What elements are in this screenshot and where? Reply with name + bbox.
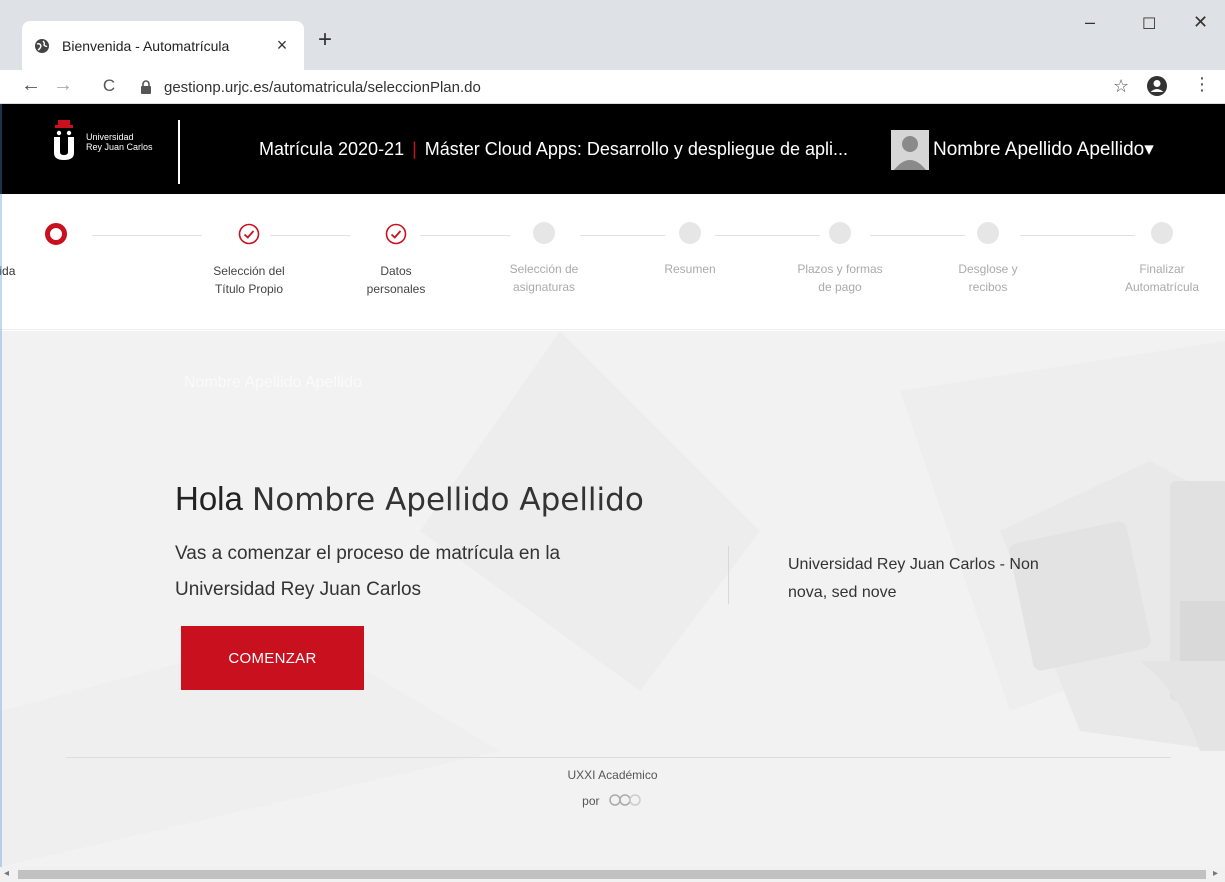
ocu-logo-icon [609, 794, 643, 809]
scrollbar-thumb[interactable] [18, 870, 1206, 879]
address-bar[interactable]: gestionp.urjc.es/automatricula/seleccion… [140, 73, 1150, 101]
footer-by: por [0, 794, 1225, 809]
step-seleccion-asignaturas: Selección de asignaturas [474, 222, 614, 296]
back-button[interactable]: ← [18, 74, 44, 97]
tab-title: Bienvenida - Automatrícula [62, 37, 230, 54]
logo-text: Universidad Rey Juan Carlos [86, 132, 153, 152]
close-window-button[interactable]: ✕ [1193, 12, 1208, 33]
logo-divider [178, 120, 180, 184]
logo-line-2: Rey Juan Carlos [86, 142, 153, 152]
pending-dot-icon [533, 222, 555, 244]
comenzar-button[interactable]: COMENZAR [181, 626, 364, 690]
check-circle-icon [237, 222, 261, 246]
logo-line-1: Universidad [86, 132, 134, 142]
globe-icon [34, 38, 50, 54]
intro-text: Vas a comenzar el proceso de matrícula e… [175, 536, 675, 608]
step-label: Resumen [664, 262, 716, 276]
logo-u-icon [52, 120, 76, 160]
avatar[interactable] [891, 130, 929, 170]
new-tab-button[interactable]: + [318, 28, 332, 52]
forward-button[interactable]: → [50, 74, 76, 97]
step-resumen: Resumen [620, 222, 760, 278]
enrollment-stepper: Bienvenida Selección del Título Propio Da… [0, 194, 1225, 330]
step-label: Plazos y formas [797, 262, 883, 276]
browser-tab[interactable]: Bienvenida - Automatrícula × [22, 21, 304, 70]
pending-dot-icon [977, 222, 999, 244]
motto-line-2: nova, sed nove [788, 584, 897, 601]
step-label-2: recibos [968, 280, 1008, 294]
step-label: Selección del [213, 264, 285, 278]
browser-toolbar: ← → C gestionp.urjc.es/automatricula/sel… [0, 70, 1225, 104]
header-title: Matrícula 2020-21 | Máster Cloud Apps: Des… [259, 139, 848, 160]
urjc-logo[interactable]: Universidad Rey Juan Carlos [52, 120, 153, 160]
pending-dot-icon [679, 222, 701, 244]
vertical-divider [728, 546, 729, 604]
user-menu[interactable]: Nombre Apellido Apellido▾ [933, 138, 1154, 161]
step-label: Datos [380, 264, 412, 278]
step-label-2: de pago [818, 280, 862, 294]
user-name: Nombre Apellido Apellido [933, 139, 1145, 160]
greeting-heading: Hola Nombre Apellido Apellido [175, 480, 644, 518]
scroll-left-icon[interactable]: ◂ [4, 868, 9, 879]
step-label: Desglose y [958, 262, 1018, 276]
university-motto: Universidad Rey Juan Carlos - Non nova, … [788, 551, 1088, 607]
intro-line-2: Universidad Rey Juan Carlos [175, 579, 422, 600]
greeting-name: Nombre Apellido Apellido [252, 482, 644, 518]
step-bienvenida[interactable]: Bienvenida [0, 222, 126, 280]
url-text: gestionp.urjc.es/automatricula/seleccion… [164, 78, 481, 96]
footer-divider [66, 757, 1171, 758]
motto-line-1: Universidad Rey Juan Carlos - Non [788, 556, 1039, 573]
bookmark-star-icon[interactable]: ☆ [1113, 76, 1129, 97]
browser-menu-icon[interactable]: ⋮ [1193, 74, 1211, 95]
ring-icon [44, 222, 68, 246]
step-label: Finalizar [1139, 262, 1185, 276]
step-desglose-recibos: Desglose y recibos [918, 222, 1058, 296]
title-separator: | [412, 139, 417, 159]
scroll-right-icon[interactable]: ▸ [1213, 868, 1218, 879]
enrollment-year: Matrícula 2020-21 [259, 139, 405, 159]
browser-tab-strip: Bienvenida - Automatrícula × + – ☐ ✕ [0, 0, 1225, 70]
footer-por: por [582, 794, 600, 808]
welcome-panel: Nombre Apellido Apellido Hola Nombre Ape… [0, 331, 1225, 867]
pending-dot-icon [829, 222, 851, 244]
chevron-down-icon: ▾ [1144, 139, 1154, 160]
account-circle-icon[interactable] [1146, 75, 1168, 97]
footer-product: UXXI Académico [567, 768, 658, 782]
step-label-2: personales [366, 282, 426, 296]
greeting-word: Hola [175, 480, 243, 517]
step-label-2: asignaturas [512, 280, 576, 294]
step-plazos-pago: Plazos y formas de pago [770, 222, 910, 296]
check-circle-icon [384, 222, 408, 246]
app-header: Universidad Rey Juan Carlos Matrícula 20… [0, 104, 1225, 194]
pending-dot-icon [1151, 222, 1173, 244]
lock-icon [140, 80, 154, 94]
program-name: Máster Cloud Apps: Desarrollo y desplieg… [424, 139, 849, 159]
minimize-button[interactable]: – [1085, 12, 1095, 33]
intro-line-1: Vas a comenzar el proceso de matrícula e… [175, 543, 561, 564]
step-datos-personales[interactable]: Datos personales [326, 222, 466, 298]
horizontal-scrollbar[interactable]: ◂ ▸ [0, 867, 1225, 882]
tab-close-icon[interactable]: × [272, 35, 292, 56]
step-label: Selección de [509, 262, 579, 276]
step-label-2: Automatrícula [1124, 280, 1200, 294]
window-left-edge [0, 104, 2, 867]
step-label-2: Título Propio [214, 282, 284, 296]
reload-button[interactable]: C [96, 76, 122, 96]
ghost-user-name: Nombre Apellido Apellido [184, 374, 362, 391]
maximize-button[interactable]: ☐ [1142, 14, 1156, 34]
step-seleccion-titulo[interactable]: Selección del Título Propio [179, 222, 319, 298]
step-finalizar: Finalizar Automatrícula [1092, 222, 1225, 296]
step-label: Bienvenida [0, 264, 16, 278]
